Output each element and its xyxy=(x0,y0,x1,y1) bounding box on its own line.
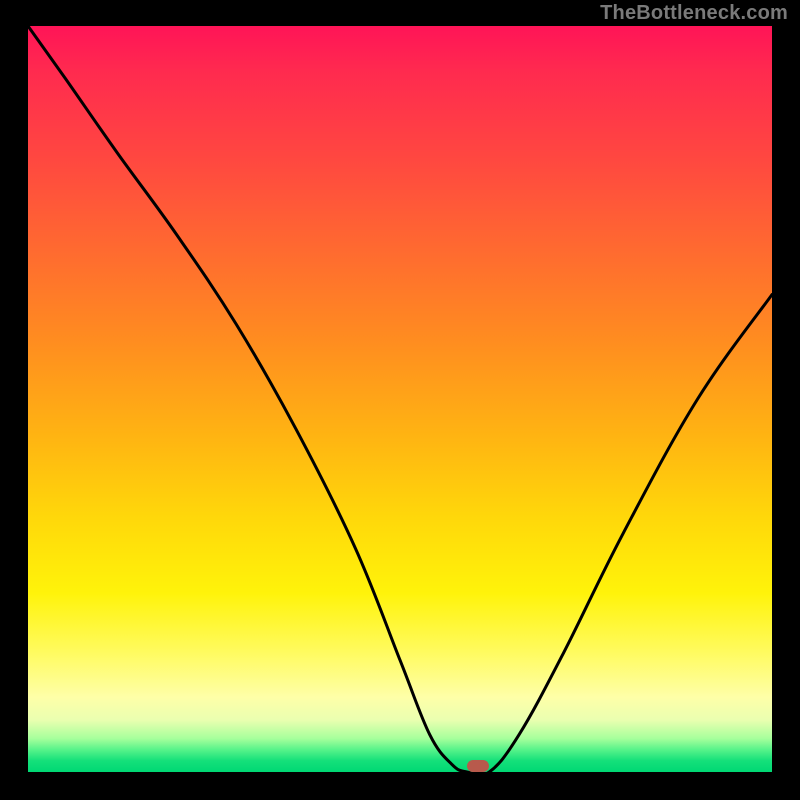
sweet-spot-marker xyxy=(467,760,489,772)
chart-frame: TheBottleneck.com xyxy=(0,0,800,800)
bottleneck-curve xyxy=(28,26,772,772)
curve-path xyxy=(28,26,772,772)
watermark-text: TheBottleneck.com xyxy=(600,2,788,25)
plot-area xyxy=(28,26,772,772)
